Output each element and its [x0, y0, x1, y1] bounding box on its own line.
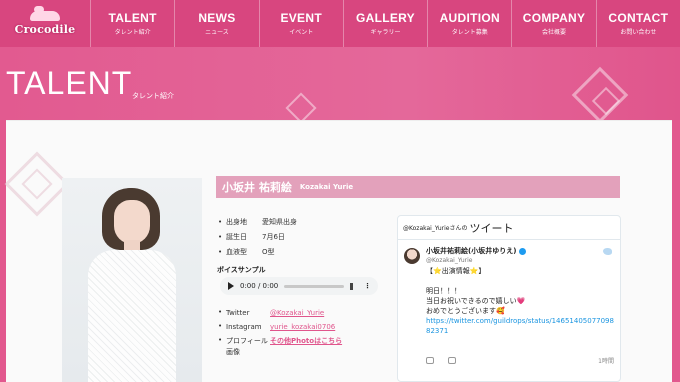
avatar[interactable]	[404, 248, 420, 264]
top-navigation-bar: Crocodile TALENT タレント紹介 NEWS ニュース EVENT …	[0, 0, 680, 47]
decorative-diamond	[285, 92, 317, 120]
nav-sublabel: タレント紹介	[114, 29, 151, 36]
voice-sample-title: ボイスサンプル	[217, 266, 266, 274]
volume-icon[interactable]	[350, 282, 358, 290]
tweet-text: 【⭐出演情報⭐】 明日！！！ 当日お祝いできるので嬉しい💗 おめでとうございます…	[426, 267, 526, 315]
nav-label: TALENT	[108, 11, 157, 25]
social-row: • Twitter @Kozakai_Yurie	[218, 308, 325, 319]
talent-social-links: • Twitter @Kozakai_Yurie • Instagram yur…	[218, 308, 342, 358]
profile-value: O型	[262, 247, 275, 256]
share-icon[interactable]	[448, 357, 456, 364]
nav-label: EVENT	[280, 11, 322, 25]
tweet-actions: 1時間	[426, 356, 614, 365]
profile-row: • 出身地 愛知県出身	[218, 217, 297, 226]
nav-audition[interactable]: AUDITION タレント募集	[427, 0, 511, 47]
social-key: プロフィール画像	[226, 337, 268, 356]
more-options-icon[interactable]: ⋮	[364, 282, 371, 290]
nav-label: GALLERY	[355, 11, 415, 25]
tweet-author-name: 小坂井祐莉絵(小坂井ゆりえ)	[426, 247, 517, 255]
tweet-timestamp[interactable]: 1時間	[598, 356, 614, 365]
social-row: • プロフィール画像 その他Photoはこちら	[218, 336, 343, 356]
nav-news[interactable]: NEWS ニュース	[174, 0, 258, 47]
tweet-author[interactable]: 小坂井祐莉絵(小坂井ゆりえ)	[426, 246, 614, 256]
page-subtitle: タレント紹介	[132, 92, 174, 100]
page-hero: TALENT タレント紹介	[0, 47, 680, 120]
profile-key: 誕生日	[226, 232, 247, 241]
talent-name-jp: 小坂井 祐莉絵	[222, 181, 292, 194]
audio-player: 0:00 / 0:00 ⋮	[220, 277, 378, 295]
nav-sublabel: お問い合わせ	[620, 29, 657, 36]
crocodile-logo[interactable]: Crocodile	[0, 0, 90, 47]
nav-sublabel: ニュース	[205, 29, 229, 36]
nav-sublabel: イベント	[289, 29, 314, 36]
nav-contact[interactable]: CONTACT お問い合わせ	[595, 0, 680, 47]
profile-row: • 血液型 O型	[218, 247, 275, 256]
social-row: • Instagram yurie_kozakai0706	[218, 322, 336, 333]
social-key: Instagram	[226, 323, 262, 331]
shoe-logo-icon	[30, 6, 60, 21]
twitter-bird-icon[interactable]	[603, 248, 612, 255]
main-nav: TALENT タレント紹介 NEWS ニュース EVENT イベント GALLE…	[90, 0, 680, 47]
nav-label: CONTACT	[608, 11, 669, 25]
nav-event[interactable]: EVENT イベント	[258, 0, 343, 47]
nav-label: NEWS	[198, 11, 236, 25]
nav-talent[interactable]: TALENT タレント紹介	[90, 0, 174, 47]
profile-row: • 誕生日 7月6日	[218, 232, 285, 241]
reply-icon[interactable]	[426, 357, 434, 364]
photo-gallery-link[interactable]: その他Photoはこちら	[270, 336, 342, 347]
twitter-timeline-widget: @Kozakai_Yurieさんの ツイート 小坂井祐莉絵(小坂井ゆりえ) @K…	[397, 215, 621, 382]
nav-sublabel: 会社概要	[542, 29, 567, 36]
twitter-header-handle[interactable]: @Kozakai_Yurieさんの	[403, 223, 467, 232]
talent-name-bar: 小坂井 祐莉絵 Kozakai Yurie	[216, 176, 620, 198]
profile-key: 血液型	[226, 247, 247, 256]
twitter-link[interactable]: @Kozakai_Yurie	[270, 308, 324, 319]
talent-profile: • 出身地 愛知県出身 • 誕生日 7月6日 • 血液型 O型	[218, 214, 297, 259]
social-key: Twitter	[226, 309, 250, 317]
nav-gallery[interactable]: GALLERY ギャラリー	[342, 0, 427, 47]
play-icon[interactable]	[228, 282, 234, 290]
twitter-widget-header: @Kozakai_Yurieさんの ツイート	[398, 216, 620, 240]
talent-photo	[62, 178, 202, 382]
talent-name-en: Kozakai Yurie	[299, 183, 354, 191]
instagram-link[interactable]: yurie_kozakai0706	[270, 322, 335, 333]
profile-value: 7月6日	[262, 232, 285, 241]
nav-sublabel: タレント募集	[451, 29, 488, 36]
audio-time: 0:00 / 0:00	[240, 282, 279, 290]
profile-key: 出身地	[226, 217, 247, 226]
audio-progress-bar[interactable]	[284, 284, 344, 288]
twitter-header-label: ツイート	[469, 221, 514, 235]
logo-text: Crocodile	[14, 23, 76, 36]
nav-sublabel: ギャラリー	[370, 29, 401, 36]
tweet-author-handle[interactable]: @Kozakai_Yurie	[426, 257, 614, 264]
nav-company[interactable]: COMPANY 会社概要	[511, 0, 595, 47]
nav-label: AUDITION	[439, 11, 500, 25]
tweet[interactable]: 小坂井祐莉絵(小坂井ゆりえ) @Kozakai_Yurie 【⭐出演情報⭐】 明…	[398, 240, 620, 336]
verified-badge-icon	[519, 247, 527, 255]
nav-label: COMPANY	[522, 11, 586, 25]
profile-value: 愛知県出身	[262, 217, 297, 226]
tweet-link[interactable]: https://twitter.com/guildrops/status/146…	[426, 316, 614, 336]
page-title: TALENT	[6, 65, 133, 101]
